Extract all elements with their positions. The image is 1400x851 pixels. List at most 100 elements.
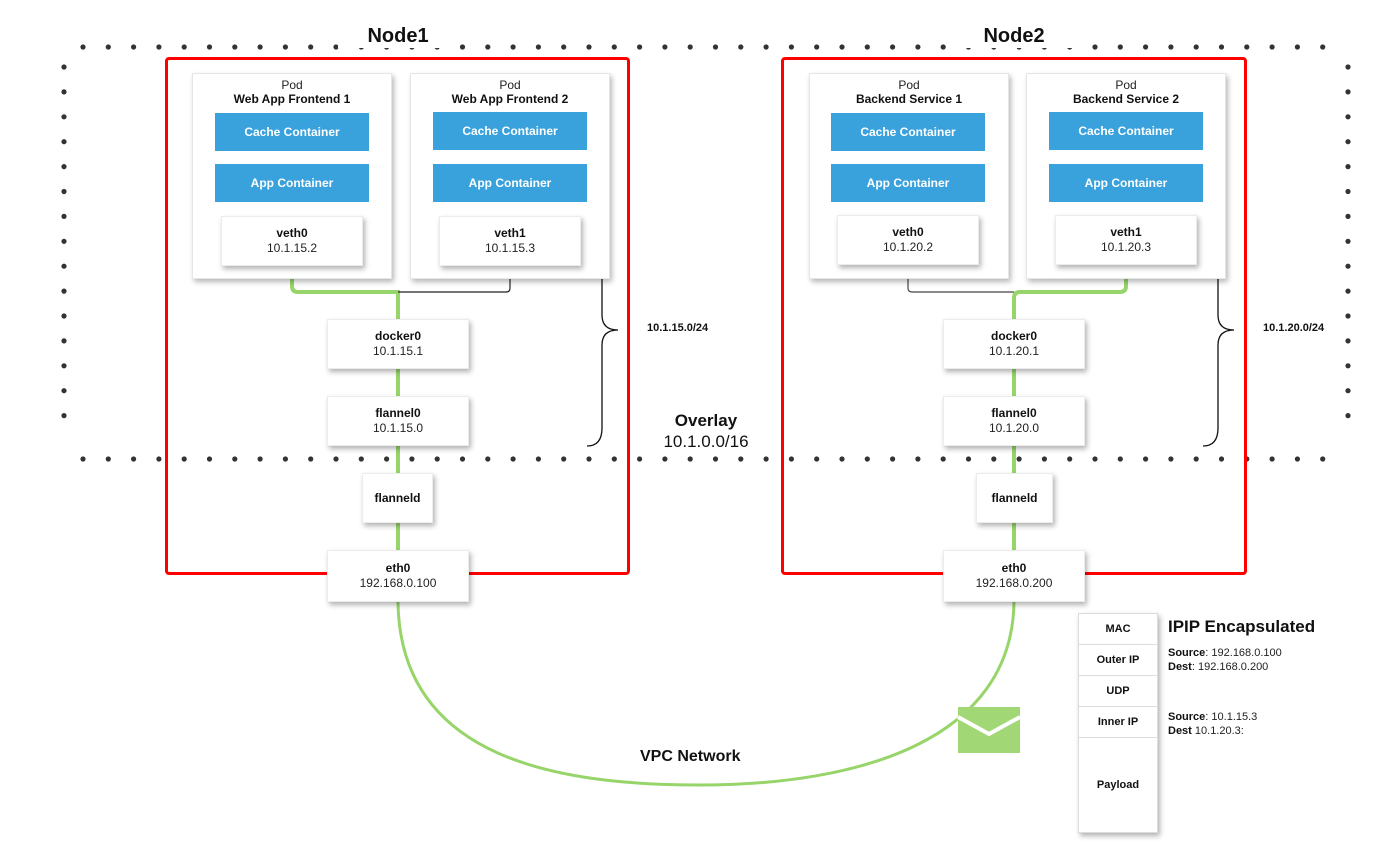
outer-source-label: Source xyxy=(1168,647,1206,659)
app-container[interactable]: App Container xyxy=(215,164,369,202)
iface-name: docker0 xyxy=(990,329,1038,343)
veth0-interface[interactable]: veth0 10.1.20.2 xyxy=(837,215,979,265)
inner-dest-label: Dest xyxy=(1168,725,1192,737)
overlay-dot xyxy=(206,44,213,50)
iface-name: eth0 xyxy=(385,561,411,575)
packet-layer-stack: MAC Outer IP UDP Inner IP Payload xyxy=(1078,613,1158,833)
overlay-dot xyxy=(61,164,67,170)
overlay-dot xyxy=(712,44,719,50)
vpc-network-label: VPC Network xyxy=(640,748,741,765)
veth0-interface[interactable]: veth0 10.1.15.2 xyxy=(221,216,363,266)
iface-ip: 10.1.15.0 xyxy=(372,421,424,435)
overlay-dot xyxy=(687,456,693,462)
packet-layer-payload: Payload xyxy=(1096,779,1140,791)
outer-dest-value: : 192.168.0.200 xyxy=(1191,661,1269,673)
overlay-label: Overlay 10.1.0.0/16 xyxy=(646,410,766,452)
overlay-dot xyxy=(915,44,921,50)
overlay-dot xyxy=(257,44,263,50)
overlay-dot xyxy=(181,44,187,50)
overlay-dot xyxy=(1345,288,1351,294)
eth0-interface[interactable]: eth0 192.168.0.100 xyxy=(327,550,469,602)
docker0-bridge[interactable]: docker0 10.1.20.1 xyxy=(943,319,1085,369)
cache-container[interactable]: Cache Container xyxy=(433,112,587,150)
flanneld-daemon[interactable]: flanneld xyxy=(362,473,433,523)
overlay-dot xyxy=(61,263,67,269)
app-container[interactable]: App Container xyxy=(433,164,587,202)
overlay-dot xyxy=(1345,164,1351,170)
overlay-dot xyxy=(1345,338,1351,344)
overlay-dot xyxy=(1345,213,1351,219)
eth0-interface[interactable]: eth0 192.168.0.200 xyxy=(943,550,1085,602)
inner-source-value: : 10.1.15.3 xyxy=(1205,711,1258,723)
packet-layer-mac: MAC xyxy=(1079,614,1157,645)
overlay-dot xyxy=(1345,388,1351,394)
iface-ip: 192.168.0.200 xyxy=(975,576,1053,590)
overlay-dot xyxy=(1320,44,1326,50)
iface-ip: 192.168.0.100 xyxy=(359,576,437,590)
flanneld-daemon[interactable]: flanneld xyxy=(976,473,1053,523)
overlay-dot xyxy=(61,413,67,419)
overlay-dot xyxy=(80,456,86,462)
pod-name: Backend Service 1 xyxy=(855,92,963,106)
overlay-dot xyxy=(1345,188,1351,195)
outer-dest-label: Dest xyxy=(1168,661,1192,673)
iface-name: docker0 xyxy=(374,329,422,343)
overlay-dot xyxy=(1168,44,1174,50)
overlay-dot xyxy=(890,44,896,50)
iface-name: veth1 xyxy=(1110,225,1142,239)
iface-ip: 10.1.20.2 xyxy=(882,240,934,254)
iface-ip: 10.1.20.0 xyxy=(988,421,1040,435)
packet-layer-inner-ip: Inner IP xyxy=(1079,707,1157,738)
node2-subnet-label: 10.1.20.0/24 xyxy=(1263,322,1325,334)
app-container[interactable]: App Container xyxy=(831,164,985,202)
overlay-dot xyxy=(1193,44,1199,50)
overlay-title: Overlay xyxy=(674,411,738,430)
overlay-dot xyxy=(1117,44,1123,50)
iface-name: veth0 xyxy=(276,226,308,240)
overlay-dot xyxy=(1345,89,1351,95)
cache-container[interactable]: Cache Container xyxy=(831,113,985,151)
overlay-dot xyxy=(61,89,67,95)
app-container[interactable]: App Container xyxy=(1049,164,1203,202)
flannel0-interface[interactable]: flannel0 10.1.20.0 xyxy=(943,396,1085,446)
overlay-dot xyxy=(156,44,162,50)
overlay-dot xyxy=(485,44,491,50)
overlay-dot xyxy=(1092,44,1098,50)
cache-container[interactable]: Cache Container xyxy=(1049,112,1203,150)
overlay-dot xyxy=(611,44,617,50)
overlay-dot xyxy=(61,313,67,319)
pod-kind: Pod xyxy=(898,78,920,92)
overlay-dot xyxy=(788,44,795,50)
overlay-dot xyxy=(61,388,67,394)
overlay-dot xyxy=(814,44,820,50)
pod-kind: Pod xyxy=(499,78,521,92)
outer-source-value: : 192.168.0.100 xyxy=(1205,647,1282,659)
overlay-dot xyxy=(839,44,845,50)
node1-subnet-label: 10.1.15.0/24 xyxy=(647,322,709,334)
overlay-dot xyxy=(1294,456,1300,462)
veth1-interface[interactable]: veth1 10.1.15.3 xyxy=(439,216,581,266)
overlay-dot xyxy=(940,44,946,50)
overlay-dot xyxy=(308,44,314,50)
flannel0-interface[interactable]: flannel0 10.1.15.0 xyxy=(327,396,469,446)
iface-name: flanneld xyxy=(991,490,1038,505)
node1-title: Node1 xyxy=(338,25,458,48)
overlay-dot xyxy=(864,44,870,50)
docker0-bridge[interactable]: docker0 10.1.15.1 xyxy=(327,319,469,369)
overlay-dot xyxy=(80,44,86,50)
iface-name: flanneld xyxy=(374,490,421,505)
overlay-dot xyxy=(61,288,67,294)
overlay-dot xyxy=(637,44,643,50)
veth1-interface[interactable]: veth1 10.1.20.3 xyxy=(1055,215,1197,265)
overlay-dot xyxy=(105,44,111,50)
overlay-dot xyxy=(61,64,67,70)
overlay-dot xyxy=(1345,139,1351,145)
iface-ip: 10.1.20.1 xyxy=(988,344,1040,358)
overlay-dot xyxy=(156,456,162,462)
overlay-dot xyxy=(687,44,693,50)
overlay-dot xyxy=(662,44,668,50)
overlay-dot xyxy=(1345,413,1351,419)
iface-ip: 10.1.20.3 xyxy=(1100,240,1152,254)
cache-container[interactable]: Cache Container xyxy=(215,113,369,151)
overlay-cidr: 10.1.0.0/16 xyxy=(663,432,749,451)
